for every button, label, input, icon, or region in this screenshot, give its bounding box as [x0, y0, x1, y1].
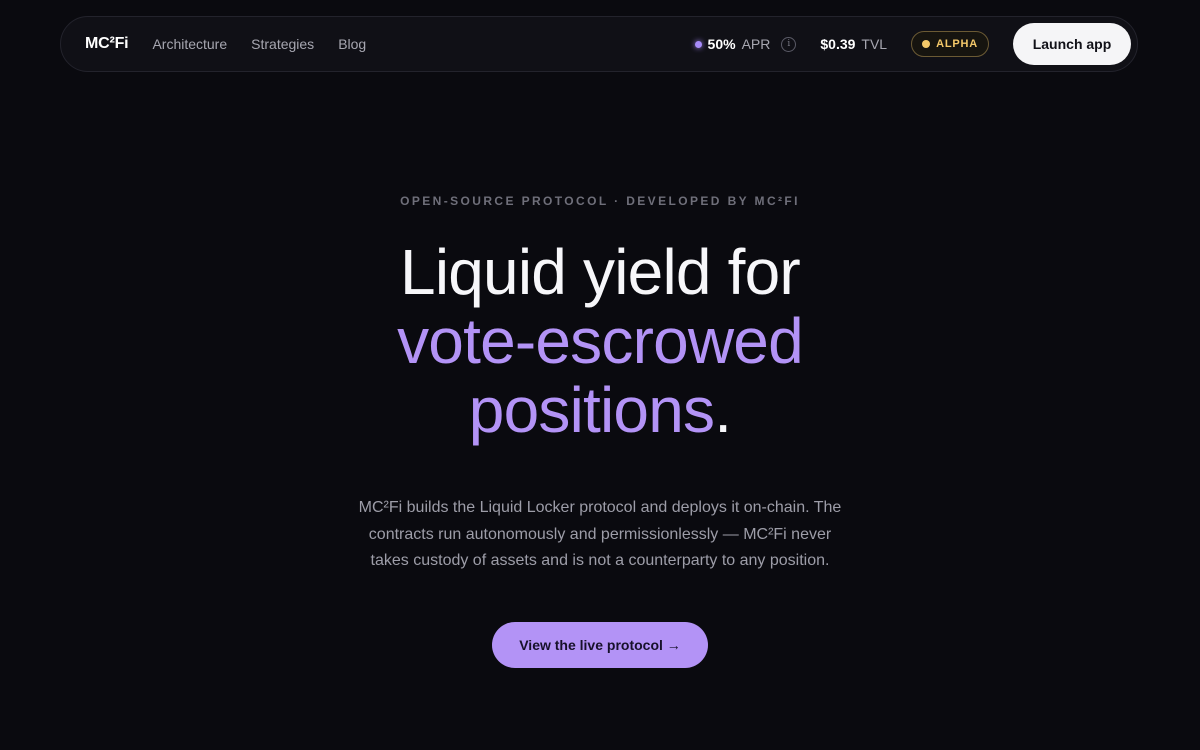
headline-line-2: vote-escrowed: [397, 305, 804, 377]
view-live-protocol-button[interactable]: View the live protocol →: [492, 622, 708, 668]
logo[interactable]: MC²Fi: [85, 35, 129, 53]
page: MC²Fi Architecture Strategies Blog 50% A…: [0, 0, 1200, 750]
info-icon[interactable]: i: [781, 36, 797, 52]
tvl-stat: $0.39 TVL: [820, 36, 887, 52]
hero-description: MC²Fi builds the Liquid Locker protocol …: [358, 499, 842, 569]
nav-right: 50% APR i $0.39 TVL ALPHA Launch app: [694, 17, 1137, 71]
alpha-badge-label: ALPHA: [936, 38, 978, 50]
nav-links: Architecture Strategies Blog: [152, 36, 366, 52]
alpha-dot-icon: [922, 40, 931, 48]
nav-link-blog[interactable]: Blog: [338, 36, 366, 52]
apr-label: APR: [741, 36, 771, 52]
alpha-badge: ALPHA: [911, 31, 989, 57]
tvl-label: TVL: [861, 36, 888, 52]
headline-line-1: Liquid yield for: [400, 236, 801, 308]
headline-accent-word: positions: [468, 374, 715, 446]
apr-stat: 50% APR i: [694, 36, 797, 52]
top-nav: MC²Fi Architecture Strategies Blog 50% A…: [60, 16, 1138, 72]
nav-link-architecture[interactable]: Architecture: [152, 36, 227, 52]
headline-line-3: positions.: [0, 376, 1200, 445]
launch-app-button[interactable]: Launch app: [1013, 23, 1131, 65]
apr-value: 50%: [707, 36, 736, 52]
tvl-value: $0.39: [820, 36, 856, 52]
headline-period: .: [714, 374, 732, 446]
hero-eyebrow: OPEN-SOURCE PROTOCOL · DEVELOPED BY MC²F…: [400, 194, 800, 208]
live-dot-icon: [694, 40, 702, 48]
hero-headline: Liquid yield for vote-escrowed positions…: [0, 238, 1200, 445]
nav-link-strategies[interactable]: Strategies: [251, 36, 314, 52]
